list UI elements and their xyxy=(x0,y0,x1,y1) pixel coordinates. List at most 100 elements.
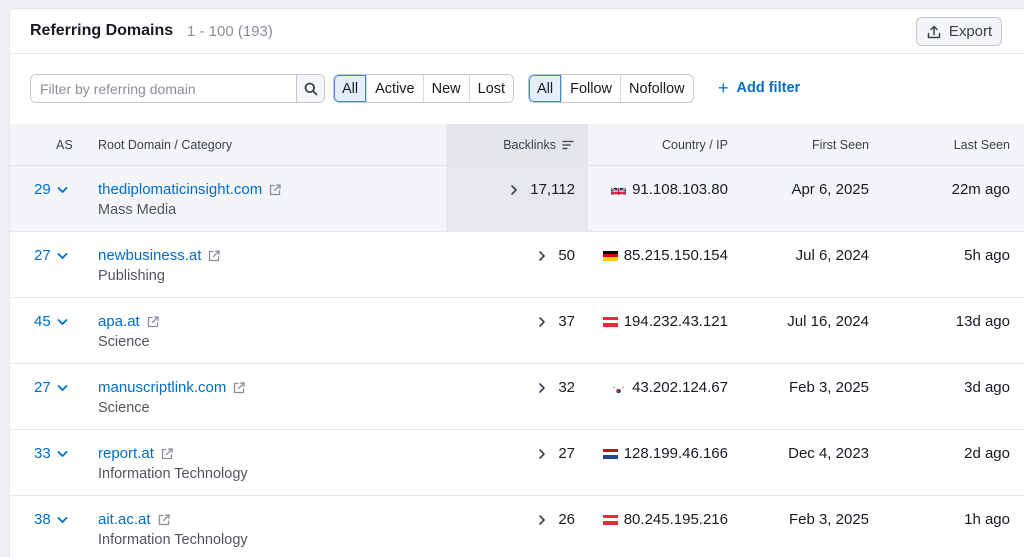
country-ip: 80.245.195.216 xyxy=(602,511,728,528)
as-score[interactable]: 27 xyxy=(34,379,68,396)
search-icon xyxy=(304,82,317,95)
backlinks-value: 26 xyxy=(538,511,575,528)
backlinks-value: 17,112 xyxy=(510,181,575,198)
chevron-right-icon[interactable] xyxy=(538,514,546,526)
country-ip: 128.199.46.166 xyxy=(602,445,728,462)
table-row: 38 ait.ac.at Information Technology 26 8… xyxy=(10,496,1024,557)
domain-link[interactable]: apa.at xyxy=(98,313,140,330)
chevron-right-icon[interactable] xyxy=(538,250,546,262)
first-seen: Dec 4, 2023 xyxy=(788,445,869,462)
column-domain[interactable]: Root Domain / Category xyxy=(98,124,232,166)
country-ip: 85.215.150.154 xyxy=(602,247,728,264)
search-button[interactable] xyxy=(296,75,324,102)
backlinks-cell xyxy=(446,364,588,429)
chevron-down-icon xyxy=(57,252,68,259)
status-option-new[interactable]: New xyxy=(422,75,469,102)
backlinks-count: 26 xyxy=(558,511,575,528)
external-link-icon[interactable] xyxy=(268,183,282,197)
chevron-right-icon[interactable] xyxy=(538,316,546,328)
country-ip: 91.108.103.80 xyxy=(611,181,728,198)
status-filter: All Active New Lost xyxy=(333,74,515,103)
kr-flag-icon xyxy=(611,383,627,393)
domain-link[interactable]: manuscriptlink.com xyxy=(98,379,226,396)
domain-link[interactable]: newbusiness.at xyxy=(98,247,201,264)
column-country[interactable]: Country / IP xyxy=(662,124,728,166)
sort-icon xyxy=(562,140,574,150)
status-option-lost[interactable]: Lost xyxy=(468,75,514,102)
backlinks-value: 32 xyxy=(538,379,575,396)
backlinks-value: 50 xyxy=(538,247,575,264)
country-ip: 194.232.43.121 xyxy=(602,313,728,330)
first-seen: Feb 3, 2025 xyxy=(788,379,869,396)
as-value: 33 xyxy=(34,445,51,462)
chevron-down-icon xyxy=(57,516,68,523)
external-link-icon[interactable] xyxy=(160,447,174,461)
as-score[interactable]: 38 xyxy=(34,511,68,528)
domain-cell: report.at xyxy=(98,445,174,462)
domain-cell: manuscriptlink.com xyxy=(98,379,246,396)
referring-domains-panel: Referring Domains 1 - 100 (193) Export A… xyxy=(9,8,1024,557)
backlinks-count: 37 xyxy=(558,313,575,330)
domain-link[interactable]: report.at xyxy=(98,445,154,462)
domain-cell: apa.at xyxy=(98,313,160,330)
domain-link[interactable]: ait.ac.at xyxy=(98,511,151,528)
plus-icon: + xyxy=(718,78,729,98)
as-value: 45 xyxy=(34,313,51,330)
link-type-option-follow[interactable]: Follow xyxy=(561,75,621,102)
domain-category: Science xyxy=(98,334,150,350)
external-link-icon[interactable] xyxy=(157,513,171,527)
last-seen: 3d ago xyxy=(964,379,1010,396)
status-option-active[interactable]: Active xyxy=(366,75,423,102)
uk-flag-icon xyxy=(611,185,627,195)
column-as[interactable]: AS xyxy=(56,124,73,166)
ip-address: 80.245.195.216 xyxy=(623,511,728,528)
external-link-icon[interactable] xyxy=(232,381,246,395)
domain-cell: ait.ac.at xyxy=(98,511,171,528)
external-link-icon[interactable] xyxy=(146,315,160,329)
chevron-down-icon xyxy=(57,450,68,457)
nl-flag-icon xyxy=(602,448,618,459)
backlinks-cell xyxy=(446,232,588,297)
column-first-seen[interactable]: First Seen xyxy=(812,124,869,166)
country-ip: 43.202.124.67 xyxy=(611,379,728,396)
export-label: Export xyxy=(948,23,993,40)
de-flag-icon xyxy=(602,250,618,261)
as-score[interactable]: 29 xyxy=(34,181,68,198)
link-type-filter: All Follow Nofollow xyxy=(528,74,694,103)
ip-address: 194.232.43.121 xyxy=(623,313,728,330)
column-backlinks[interactable]: Backlinks xyxy=(446,124,588,166)
link-type-option-all[interactable]: All xyxy=(529,75,562,102)
link-type-option-nofollow[interactable]: Nofollow xyxy=(620,75,693,102)
backlinks-cell xyxy=(446,430,588,495)
as-score[interactable]: 33 xyxy=(34,445,68,462)
as-value: 27 xyxy=(34,247,51,264)
export-button[interactable]: Export xyxy=(916,17,1002,46)
backlinks-count: 17,112 xyxy=(530,181,575,198)
domain-link[interactable]: thediplomaticinsight.com xyxy=(98,181,262,198)
domain-category: Information Technology xyxy=(98,532,248,548)
backlinks-count: 50 xyxy=(558,247,575,264)
status-option-all[interactable]: All xyxy=(334,75,367,102)
backlinks-value: 37 xyxy=(538,313,575,330)
first-seen: Feb 3, 2025 xyxy=(788,511,869,528)
at-flag-icon xyxy=(602,514,618,525)
as-score[interactable]: 27 xyxy=(34,247,68,264)
search-input[interactable] xyxy=(31,75,296,102)
column-last-seen[interactable]: Last Seen xyxy=(954,124,1010,166)
chevron-right-icon[interactable] xyxy=(538,382,546,394)
as-value: 38 xyxy=(34,511,51,528)
as-value: 27 xyxy=(34,379,51,396)
panel-header: Referring Domains 1 - 100 (193) Export xyxy=(10,9,1024,54)
chevron-right-icon[interactable] xyxy=(510,184,518,196)
as-score[interactable]: 45 xyxy=(34,313,68,330)
backlinks-count: 32 xyxy=(558,379,575,396)
first-seen: Apr 6, 2025 xyxy=(791,181,869,198)
domain-category: Mass Media xyxy=(98,202,177,218)
external-link-icon[interactable] xyxy=(207,249,221,263)
add-filter-button[interactable]: + Add filter xyxy=(718,78,800,98)
ip-address: 85.215.150.154 xyxy=(623,247,728,264)
last-seen: 2d ago xyxy=(964,445,1010,462)
table-row: 45 apa.at Science 37 194.232.43.121 Jul … xyxy=(10,298,1024,364)
table-row: 27 manuscriptlink.com Science 32 43.202.… xyxy=(10,364,1024,430)
chevron-right-icon[interactable] xyxy=(538,448,546,460)
